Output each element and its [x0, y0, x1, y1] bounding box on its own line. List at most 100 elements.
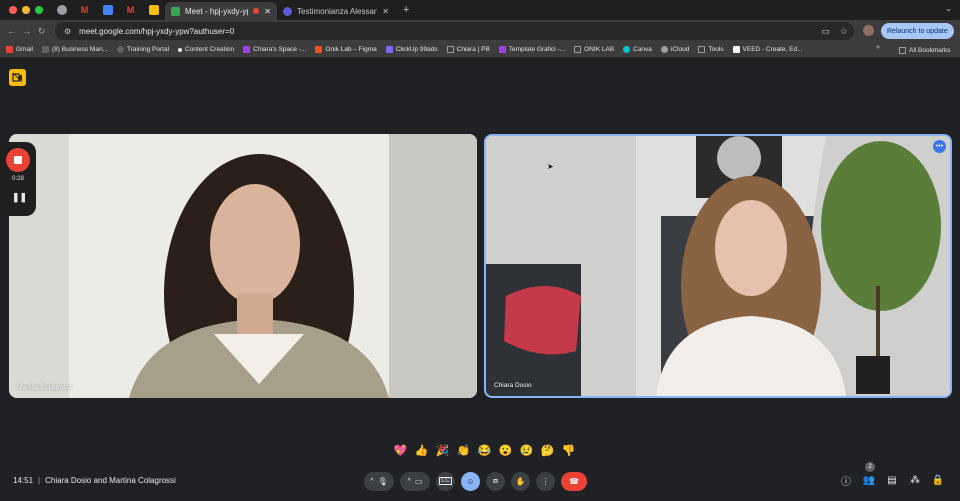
raise-hand-button[interactable]: ✋: [511, 471, 530, 491]
participant-video-chiara: [486, 136, 950, 396]
close-window-icon[interactable]: [9, 6, 17, 14]
chevron-up-icon[interactable]: ^: [370, 478, 373, 485]
new-tab-button[interactable]: +: [395, 4, 409, 16]
pinned-tab-calendar[interactable]: [96, 0, 119, 20]
camera-button[interactable]: ^ ▭: [400, 471, 430, 491]
reaction-thinking[interactable]: 🤔: [537, 441, 558, 459]
activities-icon: ⁂: [910, 475, 920, 486]
pinned-tab-gmail[interactable]: M: [73, 0, 96, 20]
present-button[interactable]: ⧈: [486, 471, 505, 491]
tab-strip: M M Meet - hpj-yxdy-ypw ✕ Testimonianza …: [0, 0, 960, 20]
avatar[interactable]: [863, 25, 874, 36]
bookmark-item[interactable]: Canva: [623, 46, 652, 53]
reload-icon[interactable]: ↻: [34, 26, 49, 37]
people-button[interactable]: 2 👥: [861, 462, 877, 490]
folder-icon: [899, 46, 906, 54]
reaction-thumbs-down[interactable]: 👎: [558, 441, 579, 459]
captions-button[interactable]: CC: [436, 471, 455, 491]
veed-icon: [732, 46, 740, 53]
tile-more-options-icon[interactable]: •••: [933, 140, 946, 153]
more-options-button[interactable]: ⋮: [536, 471, 555, 491]
close-tab-icon[interactable]: ✕: [382, 7, 389, 16]
reaction-heart[interactable]: 💖: [390, 441, 411, 459]
pause-recording-icon[interactable]: ❚❚: [12, 192, 27, 203]
info-icon: ⓘ: [841, 477, 851, 488]
keep-icon: [148, 5, 159, 15]
forward-icon[interactable]: →: [19, 26, 34, 36]
meet-activity-icon[interactable]: [9, 69, 26, 86]
bookmark-star-icon[interactable]: ☆: [840, 26, 848, 37]
url-text: meet.google.com/hpj-yxdy-ypw?authuser=0: [79, 26, 235, 36]
bookmark-item[interactable]: VEED - Create, Ed...: [732, 46, 803, 53]
reactions-button[interactable]: ☺: [461, 471, 480, 491]
reaction-thumbs-up[interactable]: 👍: [411, 441, 432, 459]
bookmark-item[interactable]: iCloud: [660, 46, 689, 53]
clickup-icon: [385, 46, 393, 53]
reaction-party[interactable]: 🎉: [432, 441, 453, 459]
stop-icon: [14, 156, 22, 164]
reaction-sad[interactable]: 😢: [516, 441, 537, 459]
call-controls: ^ 🎙 ^ ▭ CC ☺ ⧈ ✋ ⋮ ☎: [364, 471, 593, 491]
reaction-surprised[interactable]: 😮: [495, 441, 516, 459]
back-icon[interactable]: ←: [4, 26, 19, 36]
camera-in-use-icon[interactable]: ▭: [821, 26, 830, 37]
chat-button[interactable]: ▤: [884, 471, 900, 490]
minimize-window-icon[interactable]: [22, 6, 30, 14]
recording-indicator-icon: [253, 8, 260, 14]
host-controls-button[interactable]: 🔒: [930, 471, 946, 490]
bookmark-item[interactable]: Template Grafici -...: [498, 46, 565, 53]
participant-name: Martina Colagrossi: [17, 384, 72, 391]
camera-icon: ▭: [414, 476, 423, 486]
bookmark-folder[interactable]: Tools: [698, 46, 724, 53]
doc-favicon-icon: [283, 6, 292, 16]
participant-tile-martina[interactable]: Martina Colagrossi: [9, 134, 477, 398]
bookmark-item[interactable]: Content Creation: [178, 46, 234, 53]
gmail-icon: M: [126, 5, 135, 15]
meeting-info-button[interactable]: ⓘ: [838, 471, 854, 490]
meeting-clock: 14:51: [13, 476, 34, 485]
tab-search-chevron-icon[interactable]: ⌄: [945, 4, 952, 13]
bookmark-item[interactable]: Onik Lab – Figma: [315, 46, 377, 53]
all-bookmarks-button[interactable]: All Bookmarks: [899, 42, 951, 58]
zoom-window-icon[interactable]: [35, 6, 43, 14]
people-count-badge: 2: [865, 462, 875, 472]
pinned-tab-gmail-2[interactable]: M: [119, 0, 142, 20]
notion-icon: [243, 46, 251, 53]
bookmark-folder[interactable]: ONIK LAB: [574, 46, 614, 53]
bookmark-item[interactable]: Gmail: [6, 46, 33, 53]
calendar-icon: [102, 5, 113, 15]
present-screen-icon: ⧈: [492, 476, 499, 485]
bookmark-folder[interactable]: Chiara | PB: [446, 46, 490, 53]
microphone-button[interactable]: ^ 🎙: [364, 471, 394, 491]
stop-recording-button[interactable]: [6, 148, 30, 172]
captions-icon: CC: [439, 477, 452, 485]
bookmark-item[interactable]: Chiara's Space -...: [243, 46, 306, 53]
bookmark-item[interactable]: ClickUp 99ads: [385, 46, 438, 53]
reaction-clap[interactable]: 👏: [453, 441, 474, 459]
meet-favicon-icon: [171, 6, 180, 16]
pinned-tab-keep[interactable]: [142, 0, 165, 20]
chevron-up-icon[interactable]: ^: [408, 478, 411, 485]
dot-icon: [178, 47, 183, 52]
relaunch-button[interactable]: Relaunch to update: [881, 23, 954, 39]
browser-toolbar: ← → ↻ ⚙ meet.google.com/hpj-yxdy-ypw?aut…: [0, 20, 960, 42]
more-bookmarks-button[interactable]: »: [876, 44, 880, 51]
linkedin-icon: [41, 46, 49, 53]
more-vertical-icon: ⋮: [541, 476, 550, 486]
chat-icon: ▤: [887, 475, 897, 486]
participant-tile-chiara[interactable]: ••• Chiara Dosio: [484, 134, 952, 398]
bookmark-item[interactable]: (8) Business Man...: [41, 46, 108, 53]
tab-testimonianza[interactable]: Testimonianza Alessandra ✕: [277, 2, 395, 20]
globe-icon: [116, 46, 124, 53]
reaction-laugh[interactable]: 😂: [474, 441, 495, 459]
screen-recorder-widget: 0:28 ❚❚: [0, 142, 36, 216]
chrome-menu-icon[interactable]: ⋮: [947, 25, 956, 36]
activities-button[interactable]: ⁂: [907, 471, 923, 490]
leave-call-button[interactable]: ☎: [561, 471, 587, 491]
bookmark-item[interactable]: Training Portal: [116, 46, 169, 53]
close-tab-icon[interactable]: ✕: [264, 7, 271, 16]
address-bar[interactable]: ⚙ meet.google.com/hpj-yxdy-ypw?authuser=…: [55, 22, 854, 40]
pinned-tab-chrome[interactable]: [50, 0, 73, 20]
tab-meet[interactable]: Meet - hpj-yxdy-ypw ✕: [165, 2, 277, 20]
site-info-icon[interactable]: ⚙: [64, 27, 71, 36]
